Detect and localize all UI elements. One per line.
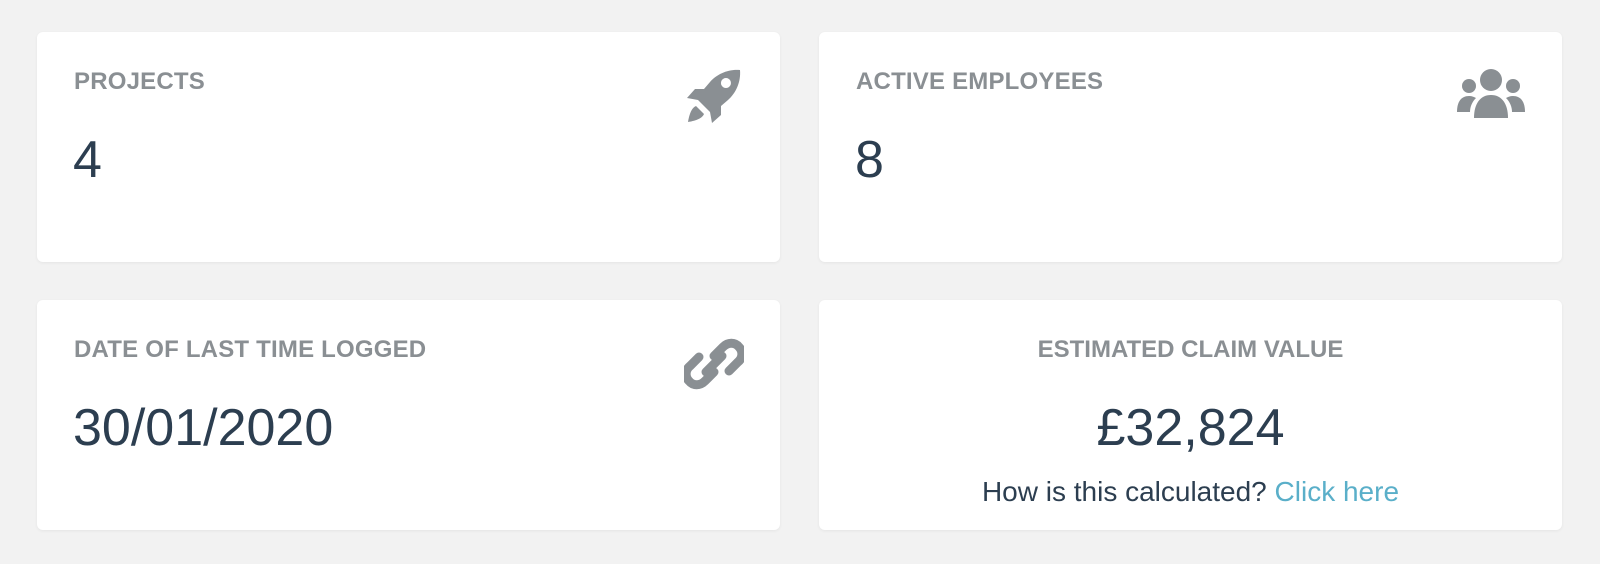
last-logged-value: 30/01/2020 [73,399,334,457]
last-logged-card: DATE OF LAST TIME LOGGED 30/01/2020 [37,300,780,530]
employees-label: ACTIVE EMPLOYEES [856,68,1104,95]
employees-card: ACTIVE EMPLOYEES 8 [819,32,1562,262]
projects-card: PROJECTS 4 [37,32,780,262]
claim-value: £32,824 [1096,399,1285,457]
projects-label: PROJECTS [74,68,205,95]
claim-label: ESTIMATED CLAIM VALUE [1037,336,1344,363]
rocket-icon [684,66,744,126]
claim-card: ESTIMATED CLAIM VALUE £32,824 How is thi… [819,300,1562,530]
claim-help-link[interactable]: Click here [1275,476,1399,507]
claim-help-text: How is this calculated? [981,476,1267,507]
link-icon [684,334,744,394]
claim-help: How is this calculated? Click here [819,476,1562,508]
last-logged-label: DATE OF LAST TIME LOGGED [74,336,427,363]
projects-value: 4 [73,131,102,189]
employees-value: 8 [855,131,884,189]
users-icon [1456,66,1526,126]
